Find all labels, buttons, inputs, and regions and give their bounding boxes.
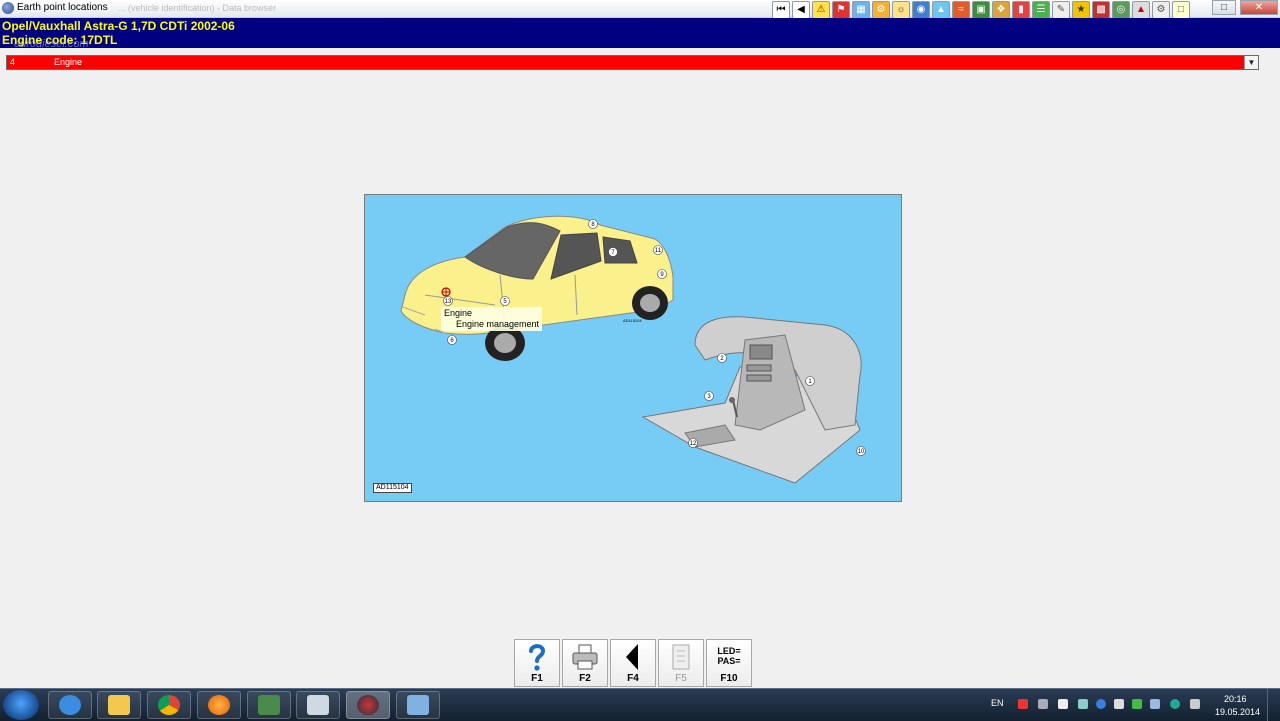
watermark: eurodiesel.com — [14, 38, 89, 50]
chrome-icon[interactable] — [147, 691, 191, 719]
f5-document-button[interactable]: F5 — [658, 639, 704, 687]
pas-text: PAS= — [717, 656, 741, 666]
gauge-icon[interactable]: ◉ — [912, 1, 930, 19]
pc-icon[interactable] — [296, 691, 340, 719]
clock-time[interactable]: 20:16 — [1224, 694, 1247, 704]
vehicle-header: Opel/Vauxhall Astra-G 1,7D CDTi 2002-06 … — [0, 18, 1280, 50]
show-desktop-button[interactable] — [1267, 689, 1280, 721]
language-indicator[interactable]: EN — [991, 698, 1004, 708]
close-button[interactable]: ✕ — [1240, 0, 1278, 15]
diagram-illustration: 8 7 11 9 13 5 6 AD115104 2 1 3 12 10 — [400, 215, 866, 484]
f10-led-pas-button[interactable]: LED= PAS= F10 — [706, 639, 752, 687]
window-subtitle: ... (vehicle identification) - Data brow… — [118, 3, 277, 13]
fkey-label: F10 — [720, 673, 738, 684]
f2-print-button[interactable]: F2 — [562, 639, 608, 687]
vehicle-name: Opel/Vauxhall Astra-G 1,7D CDTi 2002-06 — [2, 19, 235, 33]
start-button[interactable] — [3, 690, 39, 720]
app-icon — [2, 2, 14, 14]
tray-icon[interactable] — [1170, 699, 1180, 709]
sensor-icon[interactable]: ◎ — [1112, 1, 1130, 19]
small-code: AD115104 — [623, 318, 642, 323]
help-icon — [515, 642, 559, 672]
fkey-label: F5 — [675, 673, 687, 684]
group-label: Engine — [54, 57, 83, 67]
window-title: Earth point locations — [17, 2, 108, 13]
settings-icon[interactable]: ⚙ — [1152, 1, 1170, 19]
diagram-code: AD115104 — [373, 483, 412, 493]
battery-icon[interactable]: ▮ — [1012, 1, 1030, 19]
document-icon — [659, 642, 703, 672]
tray-icon[interactable] — [1114, 699, 1124, 709]
car-icon[interactable]: ▲ — [932, 1, 950, 19]
file-explorer-icon[interactable] — [97, 691, 141, 719]
window-icon[interactable] — [396, 691, 440, 719]
tools-icon[interactable]: ✎ — [1052, 1, 1070, 19]
restore-button[interactable]: □ — [1212, 0, 1236, 15]
bluetooth-icon[interactable] — [1096, 699, 1106, 709]
led-text: LED= — [717, 646, 741, 656]
lamp-icon[interactable]: ☼ — [892, 1, 910, 19]
group-dropdown[interactable]: 4 Engine ▼ — [6, 55, 1259, 70]
tooltip-item: Engine management — [456, 319, 540, 329]
flag-icon[interactable]: ⚑ — [832, 1, 850, 19]
notes-icon[interactable]: □ — [1172, 1, 1190, 19]
car-illustration — [400, 215, 674, 361]
firefox-icon[interactable] — [197, 691, 241, 719]
autodata-icon[interactable] — [346, 691, 390, 719]
engine-icon[interactable]: ▩ — [1092, 1, 1110, 19]
dashboard-illustration — [641, 316, 862, 484]
first-icon[interactable]: ⏮ — [772, 1, 790, 19]
flag-icon[interactable] — [1058, 699, 1068, 709]
clock-date[interactable]: 19.05.2014 — [1215, 707, 1260, 717]
earth-point-tooltip: Engine Engine management — [441, 307, 543, 331]
volume-icon[interactable] — [1190, 699, 1200, 709]
callout-label: 13 — [445, 299, 452, 305]
fkey-label: F1 — [531, 673, 543, 684]
lift-icon[interactable]: ▣ — [972, 1, 990, 19]
alert-icon[interactable]: ▲ — [1132, 1, 1150, 19]
back-arrow-icon — [611, 642, 655, 672]
tooltip-title: Engine — [444, 308, 473, 318]
list-icon[interactable]: ☰ — [1032, 1, 1050, 19]
earth-point-diagram: 8 7 11 9 13 5 6 AD115104 2 1 3 12 10 Eng… — [364, 194, 902, 502]
fkey-label: F4 — [627, 673, 639, 684]
service-icon[interactable]: ⚙ — [872, 1, 890, 19]
previous-icon[interactable]: ◀ — [792, 1, 810, 19]
callout-label: 12 — [690, 441, 697, 447]
bulb-icon[interactable]: ★ — [1072, 1, 1090, 19]
task-manager-icon[interactable] — [247, 691, 291, 719]
callout-label: 10 — [858, 449, 865, 455]
printer-icon — [563, 642, 607, 672]
wiring-icon[interactable]: ≈ — [952, 1, 970, 19]
group-number: 4 — [10, 57, 16, 67]
wrench-icon[interactable]: ❖ — [992, 1, 1010, 19]
taskbar: EN 20:16 19.05.2014 — [0, 688, 1280, 721]
tray-icon[interactable] — [1078, 699, 1088, 709]
diagram-icon[interactable]: ▦ — [852, 1, 870, 19]
tray-icon[interactable] — [1018, 699, 1028, 709]
internet-explorer-icon[interactable] — [48, 691, 92, 719]
fkey-label: F2 — [579, 673, 591, 684]
callout-label: 11 — [655, 248, 662, 254]
f1-help-button[interactable]: F1 — [514, 639, 560, 687]
warning-icon[interactable]: ⚠ — [812, 1, 830, 19]
tray-icon[interactable] — [1132, 699, 1142, 709]
f4-back-button[interactable]: F4 — [610, 639, 656, 687]
chevron-down-icon[interactable]: ▼ — [1244, 56, 1258, 69]
led-pas-icon: LED= PAS= — [707, 642, 751, 672]
tray-icon[interactable] — [1038, 699, 1048, 709]
network-icon[interactable] — [1150, 699, 1160, 709]
